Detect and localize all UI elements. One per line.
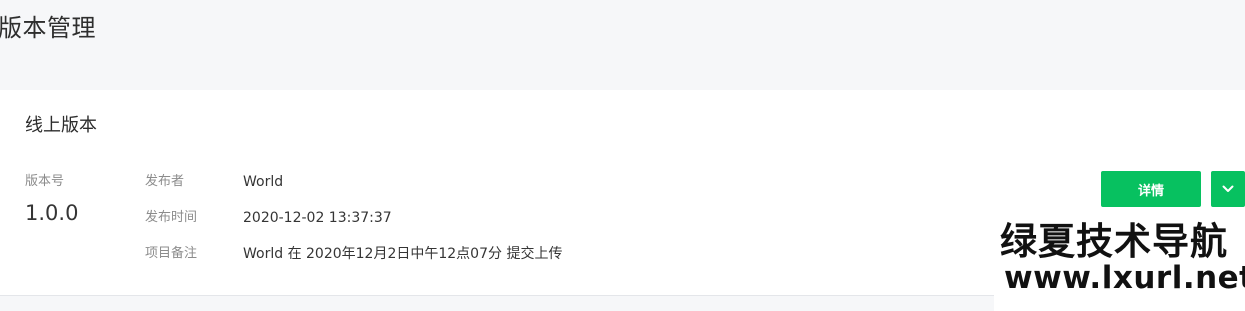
- chevron-down-icon: [1222, 185, 1234, 193]
- details-button[interactable]: 详情: [1101, 171, 1201, 207]
- project-note-value: World 在 2020年12月2日中午12点07分 提交上传: [243, 246, 563, 262]
- publisher-value: World: [243, 174, 284, 190]
- publisher-label: 发布者: [145, 174, 185, 189]
- watermark-url: www.lxurl.net: [1004, 260, 1245, 296]
- version-number: 1.0.0: [25, 201, 79, 225]
- project-note-label: 项目备注: [145, 246, 198, 261]
- version-number-label: 版本号: [25, 174, 65, 189]
- more-actions-button[interactable]: [1211, 171, 1245, 207]
- watermark-title: 绿夏技术导航: [1000, 220, 1228, 263]
- page-title: 版本管理: [0, 14, 96, 42]
- publish-time-value: 2020-12-02 13:37:37: [243, 210, 392, 226]
- publish-time-label: 发布时间: [145, 210, 198, 225]
- card-title: 线上版本: [25, 115, 97, 136]
- watermark: 绿夏技术导航 www.lxurl.net: [994, 219, 1245, 311]
